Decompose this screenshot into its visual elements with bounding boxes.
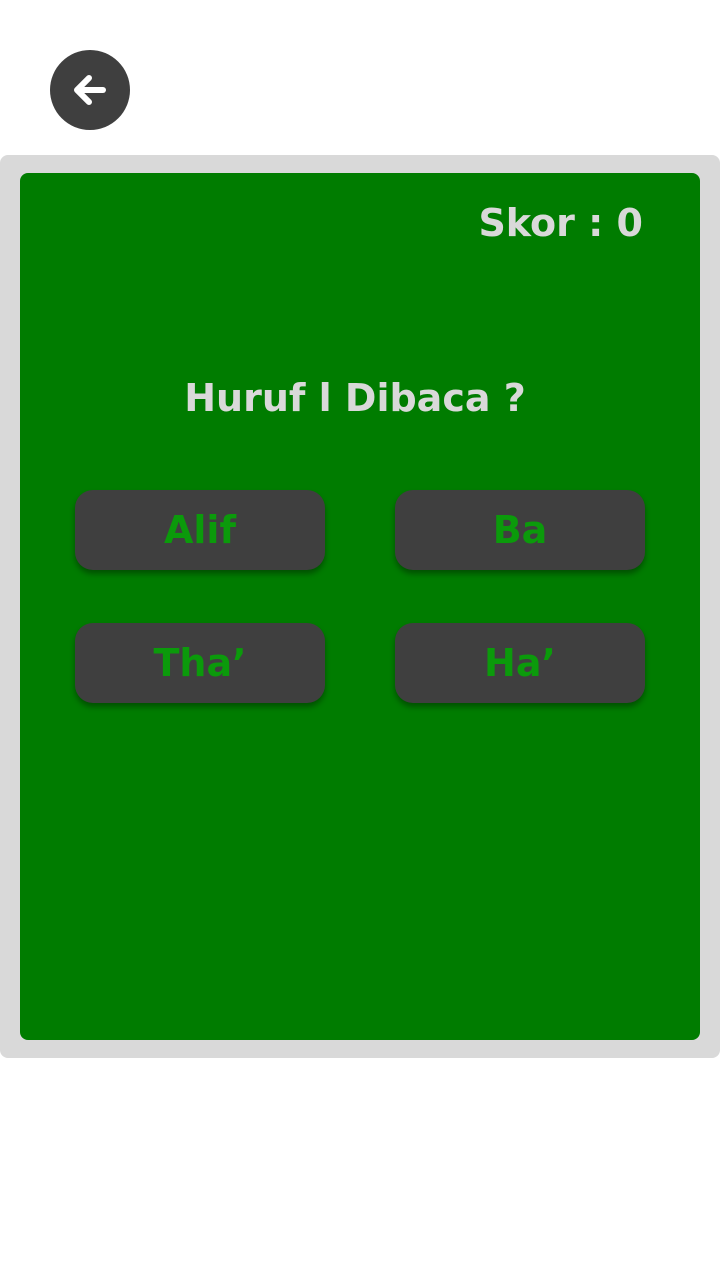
answer-button-2[interactable]: Ba	[395, 490, 645, 570]
quiz-screen: Skor : 0 Huruf ا Dibaca ? Alif Ba Tha’ H…	[0, 0, 720, 1280]
answer-button-4[interactable]: Ha’	[395, 623, 645, 703]
answer-button-3[interactable]: Tha’	[75, 623, 325, 703]
score-label: Skor : 0	[478, 201, 643, 245]
back-button[interactable]	[50, 50, 130, 130]
quiz-card-frame: Skor : 0 Huruf ا Dibaca ? Alif Ba Tha’ H…	[0, 155, 720, 1058]
quiz-card: Skor : 0 Huruf ا Dibaca ? Alif Ba Tha’ H…	[20, 173, 700, 1040]
question-text: Huruf ا Dibaca ?	[184, 376, 526, 420]
arrow-left-icon	[73, 73, 107, 107]
answer-button-1[interactable]: Alif	[75, 490, 325, 570]
